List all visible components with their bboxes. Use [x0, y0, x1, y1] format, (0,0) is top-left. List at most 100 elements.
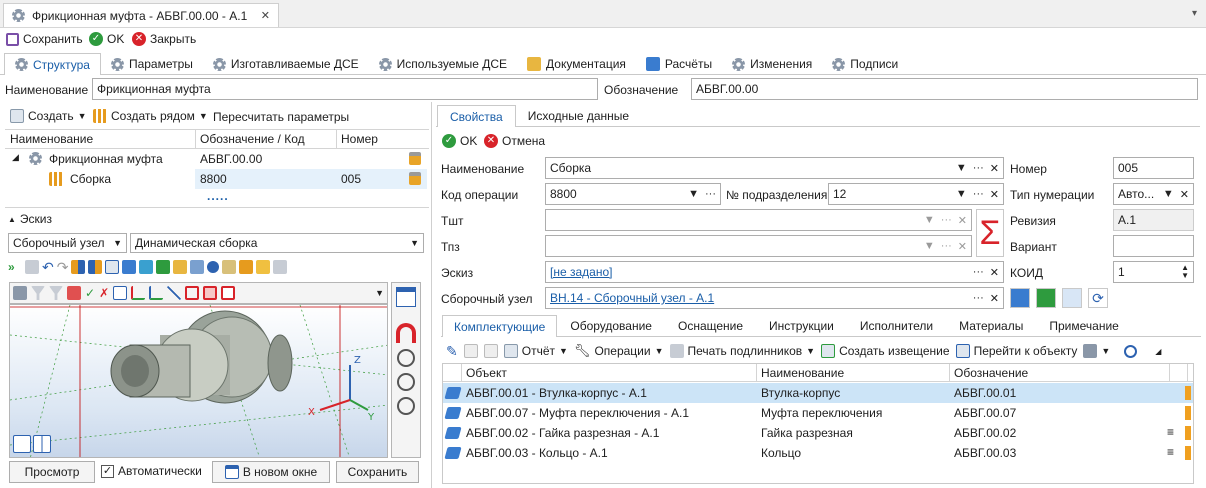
close-icon[interactable]: ✕: [261, 9, 270, 22]
prop-name-field[interactable]: Сборка ▼ ··· ✕: [545, 157, 1004, 179]
sketch-mode-select[interactable]: Сборочный узел ▼: [8, 233, 127, 253]
tab-source-data[interactable]: Исходные данные: [516, 105, 641, 127]
document-tab[interactable]: Фрикционная муфта - АБВГ.00.00 - А.1 ✕: [3, 3, 279, 27]
more-icon[interactable]: ···: [973, 162, 984, 174]
tab-structure[interactable]: Структура: [4, 53, 101, 75]
auto-checkbox[interactable]: ✓ Автоматически: [101, 464, 202, 478]
filter-icon[interactable]: [49, 286, 63, 300]
tab-calculations[interactable]: Расчёты: [636, 53, 722, 75]
subtab-materials[interactable]: Материалы: [946, 315, 1036, 337]
print-icon[interactable]: [25, 260, 39, 274]
more-icon[interactable]: ···: [973, 266, 984, 278]
dimension-icon[interactable]: [105, 260, 120, 274]
table-row[interactable]: АБВГ.00.01 - Втулка-корпус - А.1 Втулка-…: [443, 383, 1193, 403]
ok-button[interactable]: ✓ OK: [89, 31, 124, 47]
subtab-instructions[interactable]: Инструкции: [756, 315, 847, 337]
expand-icon[interactable]: ◢: [12, 152, 19, 163]
checkbox-icon[interactable]: ✓: [101, 464, 114, 478]
comp-col-name[interactable]: Наименование: [761, 366, 844, 380]
marker-icon[interactable]: [239, 260, 254, 274]
box-icon[interactable]: [221, 286, 236, 300]
sigma-button[interactable]: Σ: [976, 209, 1004, 257]
create-notice-button[interactable]: Создать извещение: [821, 344, 950, 358]
tab-used[interactable]: Используемые ДСЕ: [369, 53, 517, 75]
name-field[interactable]: Фрикционная муфта: [92, 78, 598, 100]
table-row[interactable]: АБВГ.00.03 - Кольцо - А.1 Кольцо АБВГ.00…: [443, 443, 1193, 463]
box-icon[interactable]: [185, 286, 200, 300]
prop-sketch-field[interactable]: [не задано] ··· ✕: [545, 261, 1004, 283]
folder-icon[interactable]: [256, 260, 271, 274]
tab-changes[interactable]: Изменения: [722, 53, 822, 75]
model-viewport[interactable]: Z X Y: [9, 304, 388, 458]
tree-col-code[interactable]: Обозначение / Код: [200, 132, 305, 146]
link-icon[interactable]: [1062, 288, 1082, 308]
tree-icon[interactable]: [13, 286, 27, 300]
props-cancel-button[interactable]: ✕ Отмена: [484, 134, 545, 148]
tree-edit-icon[interactable]: [1036, 288, 1056, 308]
clear-icon[interactable]: ✕: [958, 214, 967, 227]
preview-button[interactable]: Просмотр: [9, 461, 95, 483]
recalc-button[interactable]: Пересчитать параметры: [213, 110, 349, 124]
chevron-down-icon[interactable]: ▼: [924, 240, 935, 252]
props-ok-button[interactable]: ✓ OK: [442, 134, 477, 148]
subtab-notes[interactable]: Примечание: [1036, 315, 1131, 337]
edit-icon[interactable]: [222, 260, 237, 274]
subtab-performers[interactable]: Исполнители: [847, 315, 946, 337]
box-icon[interactable]: [203, 286, 218, 300]
clear-icon[interactable]: ✕: [990, 188, 999, 201]
create-near-button[interactable]: Создать рядом ▼: [93, 109, 208, 123]
tree-col-number[interactable]: Номер: [341, 132, 378, 146]
more-icon[interactable]: ···: [941, 214, 952, 226]
undo-icon[interactable]: ↶: [42, 259, 54, 276]
tree-row[interactable]: ◢ Фрикционная муфта АБВГ.00.00: [5, 149, 429, 169]
prop-number-field[interactable]: 005: [1113, 157, 1194, 179]
save-button[interactable]: Сохранить: [6, 31, 83, 47]
chevron-down-icon[interactable]: ▼: [688, 188, 699, 200]
prop-variant-field[interactable]: [1113, 235, 1194, 257]
operations-button[interactable]: 🔧︎ Операции ▼: [574, 343, 664, 359]
clear-icon[interactable]: ✕: [990, 162, 999, 175]
designation-field[interactable]: АБВГ.00.00: [691, 78, 1198, 100]
table-row[interactable]: АБВГ.00.07 - Муфта переключения - А.1 Му…: [443, 403, 1193, 423]
pane-splitter[interactable]: [431, 102, 432, 488]
subtab-components[interactable]: Комплектующие: [442, 315, 558, 337]
prop-unit-field[interactable]: ВН.14 - Сборочный узел - А.1 ··· ✕: [545, 287, 1004, 309]
menu-icon[interactable]: ≡: [1167, 425, 1174, 439]
splitter-grip[interactable]: .....: [207, 190, 229, 202]
cubes-icon[interactable]: [139, 260, 154, 274]
goto-object-button[interactable]: Перейти к объекту: [955, 344, 1077, 358]
sketch-section-header[interactable]: ▲ Эскиз: [8, 212, 52, 226]
tab-properties[interactable]: Свойства: [437, 105, 516, 127]
align-icon[interactable]: [71, 260, 86, 274]
clear-icon[interactable]: ✕: [990, 292, 999, 305]
subtab-tooling[interactable]: Оснащение: [665, 315, 756, 337]
zoom-out-icon[interactable]: [397, 397, 415, 415]
check-icon[interactable]: ✓: [85, 286, 95, 300]
tab-manufactured[interactable]: Изготавливаемые ДСЕ: [203, 53, 369, 75]
magnet-icon[interactable]: [396, 323, 416, 343]
spinner-icon[interactable]: ▲ ▼: [1181, 264, 1189, 280]
clear-icon[interactable]: ✕: [990, 266, 999, 279]
chevron-down-icon[interactable]: ▼: [924, 214, 935, 226]
cube-open-icon[interactable]: [1010, 288, 1030, 308]
close-button[interactable]: ✕ Закрыть: [132, 31, 196, 47]
window-menu-chevron-icon[interactable]: ▾: [1192, 8, 1197, 19]
print-originals-button[interactable]: Печать подлинников ▼: [669, 344, 815, 358]
table-row[interactable]: АБВГ.00.02 - Гайка разрезная - А.1 Гайка…: [443, 423, 1193, 443]
filter-icon[interactable]: [31, 286, 45, 300]
split-view-icon[interactable]: [33, 435, 51, 453]
panel-icon[interactable]: [396, 287, 416, 307]
tab-documentation[interactable]: Документация: [517, 53, 636, 75]
chevron-down-icon[interactable]: ▼: [956, 162, 967, 174]
comp-col-code[interactable]: Обозначение: [954, 366, 1028, 380]
prop-unit-link[interactable]: ВН.14 - Сборочный узел - А.1: [550, 291, 973, 305]
new-window-button[interactable]: В новом окне: [212, 461, 330, 483]
print-button[interactable]: ▼: [1083, 344, 1110, 358]
assembly-select[interactable]: Динамическая сборка ▼: [130, 233, 424, 253]
prop-koid-field[interactable]: 1 ▲ ▼: [1113, 261, 1194, 283]
search-icon[interactable]: [1124, 344, 1138, 358]
tree-row[interactable]: Сборка 8800 005: [5, 169, 429, 189]
redo-icon[interactable]: ↷: [57, 259, 69, 276]
clear-icon[interactable]: ✕: [1180, 188, 1189, 201]
cube-icon[interactable]: [122, 260, 137, 274]
